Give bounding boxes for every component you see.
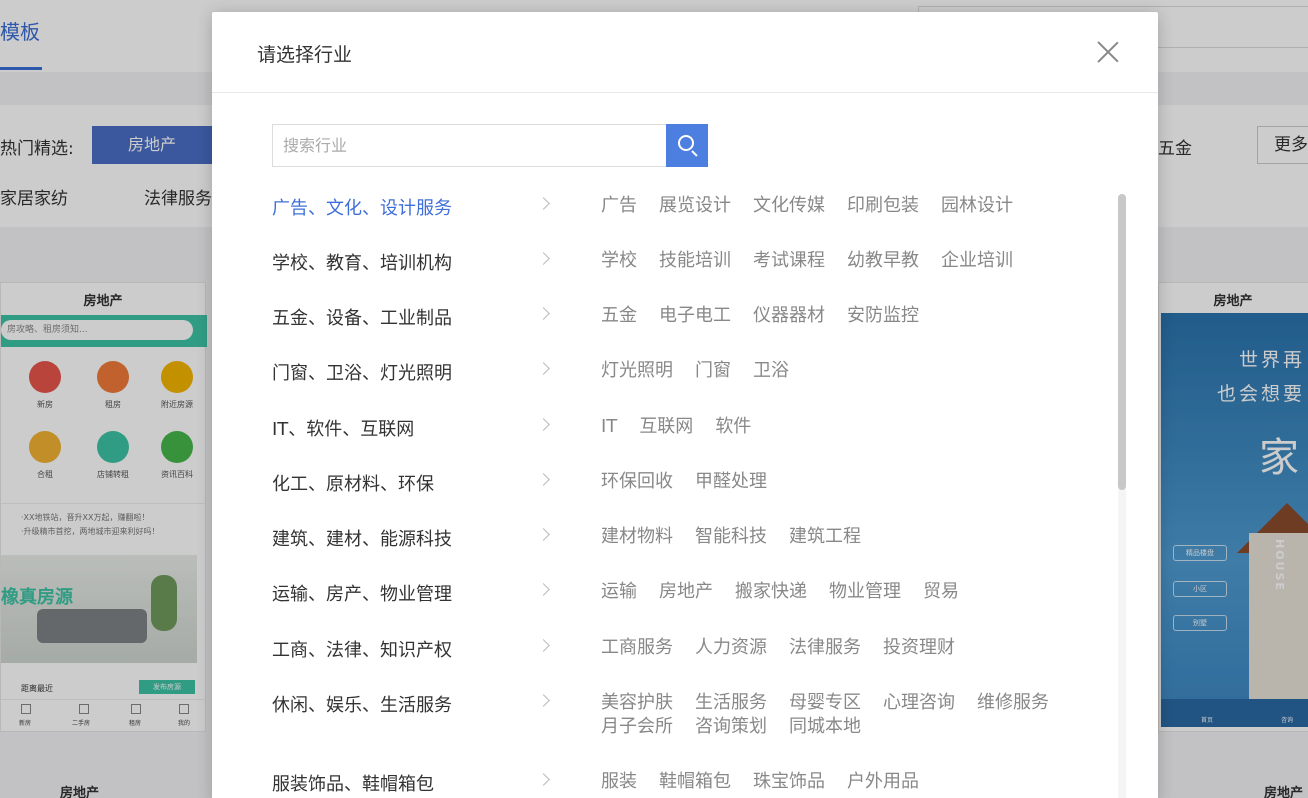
subcategory-item[interactable]: 母婴专区 bbox=[789, 691, 861, 715]
subcategory-item[interactable]: 考试课程 bbox=[753, 249, 825, 273]
subcategory-item[interactable]: 建材物料 bbox=[601, 525, 673, 549]
modal-header: 请选择行业 bbox=[212, 12, 1158, 93]
subcategory-list: 灯光照明 门窗 卫浴 bbox=[601, 359, 1081, 383]
industry-modal: 请选择行业 广告、文化、设计服务 广告展览设计文化传媒印刷包装园林设计学校、教育、… bbox=[212, 12, 1158, 798]
subcategory-list: 工商服务 人力资源 法律服务 投资理财 bbox=[601, 636, 1081, 660]
subcategory-item[interactable]: 灯光照明 bbox=[601, 359, 673, 383]
chevron-right-icon bbox=[537, 694, 550, 707]
subcategory-item[interactable]: 企业培训 bbox=[941, 249, 1013, 273]
category-row: 建筑、建材、能源科技 建材物料 智能科技 建筑工程 bbox=[212, 525, 1112, 565]
subcategory-item[interactable]: 卫浴 bbox=[753, 359, 789, 383]
category-row: 化工、原材料、环保 环保回收 甲醛处理 bbox=[212, 470, 1112, 510]
subcategory-item[interactable]: 电子电工 bbox=[659, 304, 731, 328]
subcategory-item[interactable]: 幼教早教 bbox=[847, 249, 919, 273]
category-row: 运输、房产、物业管理 运输 房地产 搬家快递 物业管理 贸易 bbox=[212, 580, 1112, 620]
subcategory-list: 环保回收 甲醛处理 bbox=[601, 470, 1081, 494]
chevron-right-icon bbox=[537, 252, 550, 265]
category-name[interactable]: 建筑、建材、能源科技 bbox=[272, 525, 452, 551]
subcategory-list: 美容护肤 生活服务 母婴专区 心理咨询 维修服务月子会所 咨询策划 同城本地 bbox=[601, 691, 1081, 739]
subcategory-item[interactable]: 学校 bbox=[601, 249, 637, 273]
category-row: 门窗、卫浴、灯光照明 灯光照明 门窗 卫浴 bbox=[212, 359, 1112, 399]
category-name[interactable]: 五金、设备、工业制品 bbox=[272, 304, 452, 330]
category-name[interactable]: 广告、文化、设计服务 bbox=[272, 194, 452, 220]
subcategory-item[interactable]: 人力资源 bbox=[695, 636, 767, 660]
category-row: IT、软件、互联网 IT 互联网 软件 bbox=[212, 415, 1112, 455]
subcategory-item[interactable]: IT bbox=[601, 415, 617, 439]
subcategory-item[interactable]: 珠宝饰品 bbox=[753, 770, 825, 794]
subcategory-item[interactable]: 物业管理 bbox=[829, 580, 901, 604]
close-icon[interactable] bbox=[1096, 40, 1120, 64]
chevron-right-icon bbox=[537, 773, 550, 786]
subcategory-item[interactable]: 房地产 bbox=[659, 580, 713, 604]
category-name[interactable]: IT、软件、互联网 bbox=[272, 415, 414, 441]
search-icon bbox=[678, 135, 694, 151]
subcategory-item[interactable]: 互联网 bbox=[639, 415, 693, 439]
subcategory-item[interactable]: 美容护肤 bbox=[601, 691, 673, 715]
industry-search-input[interactable] bbox=[272, 124, 667, 167]
chevron-right-icon bbox=[537, 197, 550, 210]
subcategory-item[interactable]: 户外用品 bbox=[847, 770, 919, 794]
category-name[interactable]: 门窗、卫浴、灯光照明 bbox=[272, 359, 452, 385]
subcategory-item[interactable]: 工商服务 bbox=[601, 636, 673, 660]
chevron-right-icon bbox=[537, 307, 550, 320]
subcategory-item[interactable]: 技能培训 bbox=[659, 249, 731, 273]
subcategory-item[interactable]: 贸易 bbox=[923, 580, 959, 604]
subcategory-item[interactable]: 仪器器材 bbox=[753, 304, 825, 328]
subcategory-item[interactable]: 安防监控 bbox=[847, 304, 919, 328]
search-button[interactable] bbox=[666, 124, 708, 167]
category-name[interactable]: 学校、教育、培训机构 bbox=[272, 249, 452, 275]
subcategory-item[interactable]: 运输 bbox=[601, 580, 637, 604]
category-row: 五金、设备、工业制品 五金 电子电工 仪器器材 安防监控 bbox=[212, 304, 1112, 344]
subcategory-item[interactable]: 搬家快递 bbox=[735, 580, 807, 604]
subcategory-item[interactable]: 甲醛处理 bbox=[695, 470, 767, 494]
subcategory-list: 广告 展览设计 文化传媒 印刷包装 园林设计 bbox=[601, 194, 1081, 218]
category-row: 休闲、娱乐、生活服务 美容护肤 生活服务 母婴专区 心理咨询 维修服务月子会所 咨询策划 同城… bbox=[212, 691, 1112, 737]
subcategory-item[interactable]: 月子会所 bbox=[601, 715, 673, 739]
category-name[interactable]: 工商、法律、知识产权 bbox=[272, 636, 452, 662]
subcategory-item[interactable]: 园林设计 bbox=[941, 194, 1013, 218]
chevron-right-icon bbox=[537, 473, 550, 486]
subcategory-item[interactable]: 建筑工程 bbox=[789, 525, 861, 549]
category-row: 工商、法律、知识产权 工商服务 人力资源 法律服务 投资理财 bbox=[212, 636, 1112, 676]
category-name[interactable]: 服装饰品、鞋帽箱包 bbox=[272, 770, 434, 796]
subcategory-list: 建材物料 智能科技 建筑工程 bbox=[601, 525, 1081, 549]
subcategory-list: 运输 房地产 搬家快递 物业管理 贸易 bbox=[601, 580, 1081, 604]
subcategory-item[interactable]: 生活服务 bbox=[695, 691, 767, 715]
industry-search bbox=[272, 124, 708, 167]
chevron-right-icon bbox=[537, 583, 550, 596]
category-row: 广告、文化、设计服务 广告 展览设计 文化传媒 印刷包装 园林设计 bbox=[212, 194, 1112, 234]
subcategory-item[interactable]: 鞋帽箱包 bbox=[659, 770, 731, 794]
subcategory-item[interactable]: 投资理财 bbox=[883, 636, 955, 660]
category-name[interactable]: 运输、房产、物业管理 bbox=[272, 580, 452, 606]
subcategory-item[interactable]: 展览设计 bbox=[659, 194, 731, 218]
subcategory-item[interactable]: 心理咨询 bbox=[883, 691, 955, 715]
subcategory-item[interactable]: 法律服务 bbox=[789, 636, 861, 660]
subcategory-list: 服装 鞋帽箱包 珠宝饰品 户外用品 bbox=[601, 770, 1081, 794]
chevron-right-icon bbox=[537, 528, 550, 541]
subcategory-item[interactable]: 同城本地 bbox=[789, 715, 861, 739]
modal-title: 请选择行业 bbox=[257, 44, 353, 66]
subcategory-item[interactable]: 门窗 bbox=[695, 359, 731, 383]
subcategory-item[interactable]: 环保回收 bbox=[601, 470, 673, 494]
subcategory-list: IT 互联网 软件 bbox=[601, 415, 1081, 439]
subcategory-item[interactable]: 维修服务 bbox=[977, 691, 1049, 715]
subcategory-item[interactable]: 服装 bbox=[601, 770, 637, 794]
chevron-right-icon bbox=[537, 418, 550, 431]
subcategory-item[interactable]: 咨询策划 bbox=[695, 715, 767, 739]
subcategory-item[interactable]: 文化传媒 bbox=[753, 194, 825, 218]
subcategory-item[interactable]: 软件 bbox=[715, 415, 751, 439]
category-name[interactable]: 休闲、娱乐、生活服务 bbox=[272, 691, 452, 717]
category-row: 学校、教育、培训机构 学校 技能培训 考试课程 幼教早教 企业培训 bbox=[212, 249, 1112, 289]
category-row: 服装饰品、鞋帽箱包 服装 鞋帽箱包 珠宝饰品 户外用品 bbox=[212, 770, 1112, 798]
category-name[interactable]: 化工、原材料、环保 bbox=[272, 470, 434, 496]
subcategory-item[interactable]: 五金 bbox=[601, 304, 637, 328]
subcategory-list: 学校 技能培训 考试课程 幼教早教 企业培训 bbox=[601, 249, 1081, 273]
subcategory-item[interactable]: 印刷包装 bbox=[847, 194, 919, 218]
scrollbar-thumb[interactable] bbox=[1118, 194, 1126, 490]
chevron-right-icon bbox=[537, 639, 550, 652]
subcategory-list: 五金 电子电工 仪器器材 安防监控 bbox=[601, 304, 1081, 328]
subcategory-item[interactable]: 智能科技 bbox=[695, 525, 767, 549]
subcategory-item[interactable]: 广告 bbox=[601, 194, 637, 218]
chevron-right-icon bbox=[537, 362, 550, 375]
